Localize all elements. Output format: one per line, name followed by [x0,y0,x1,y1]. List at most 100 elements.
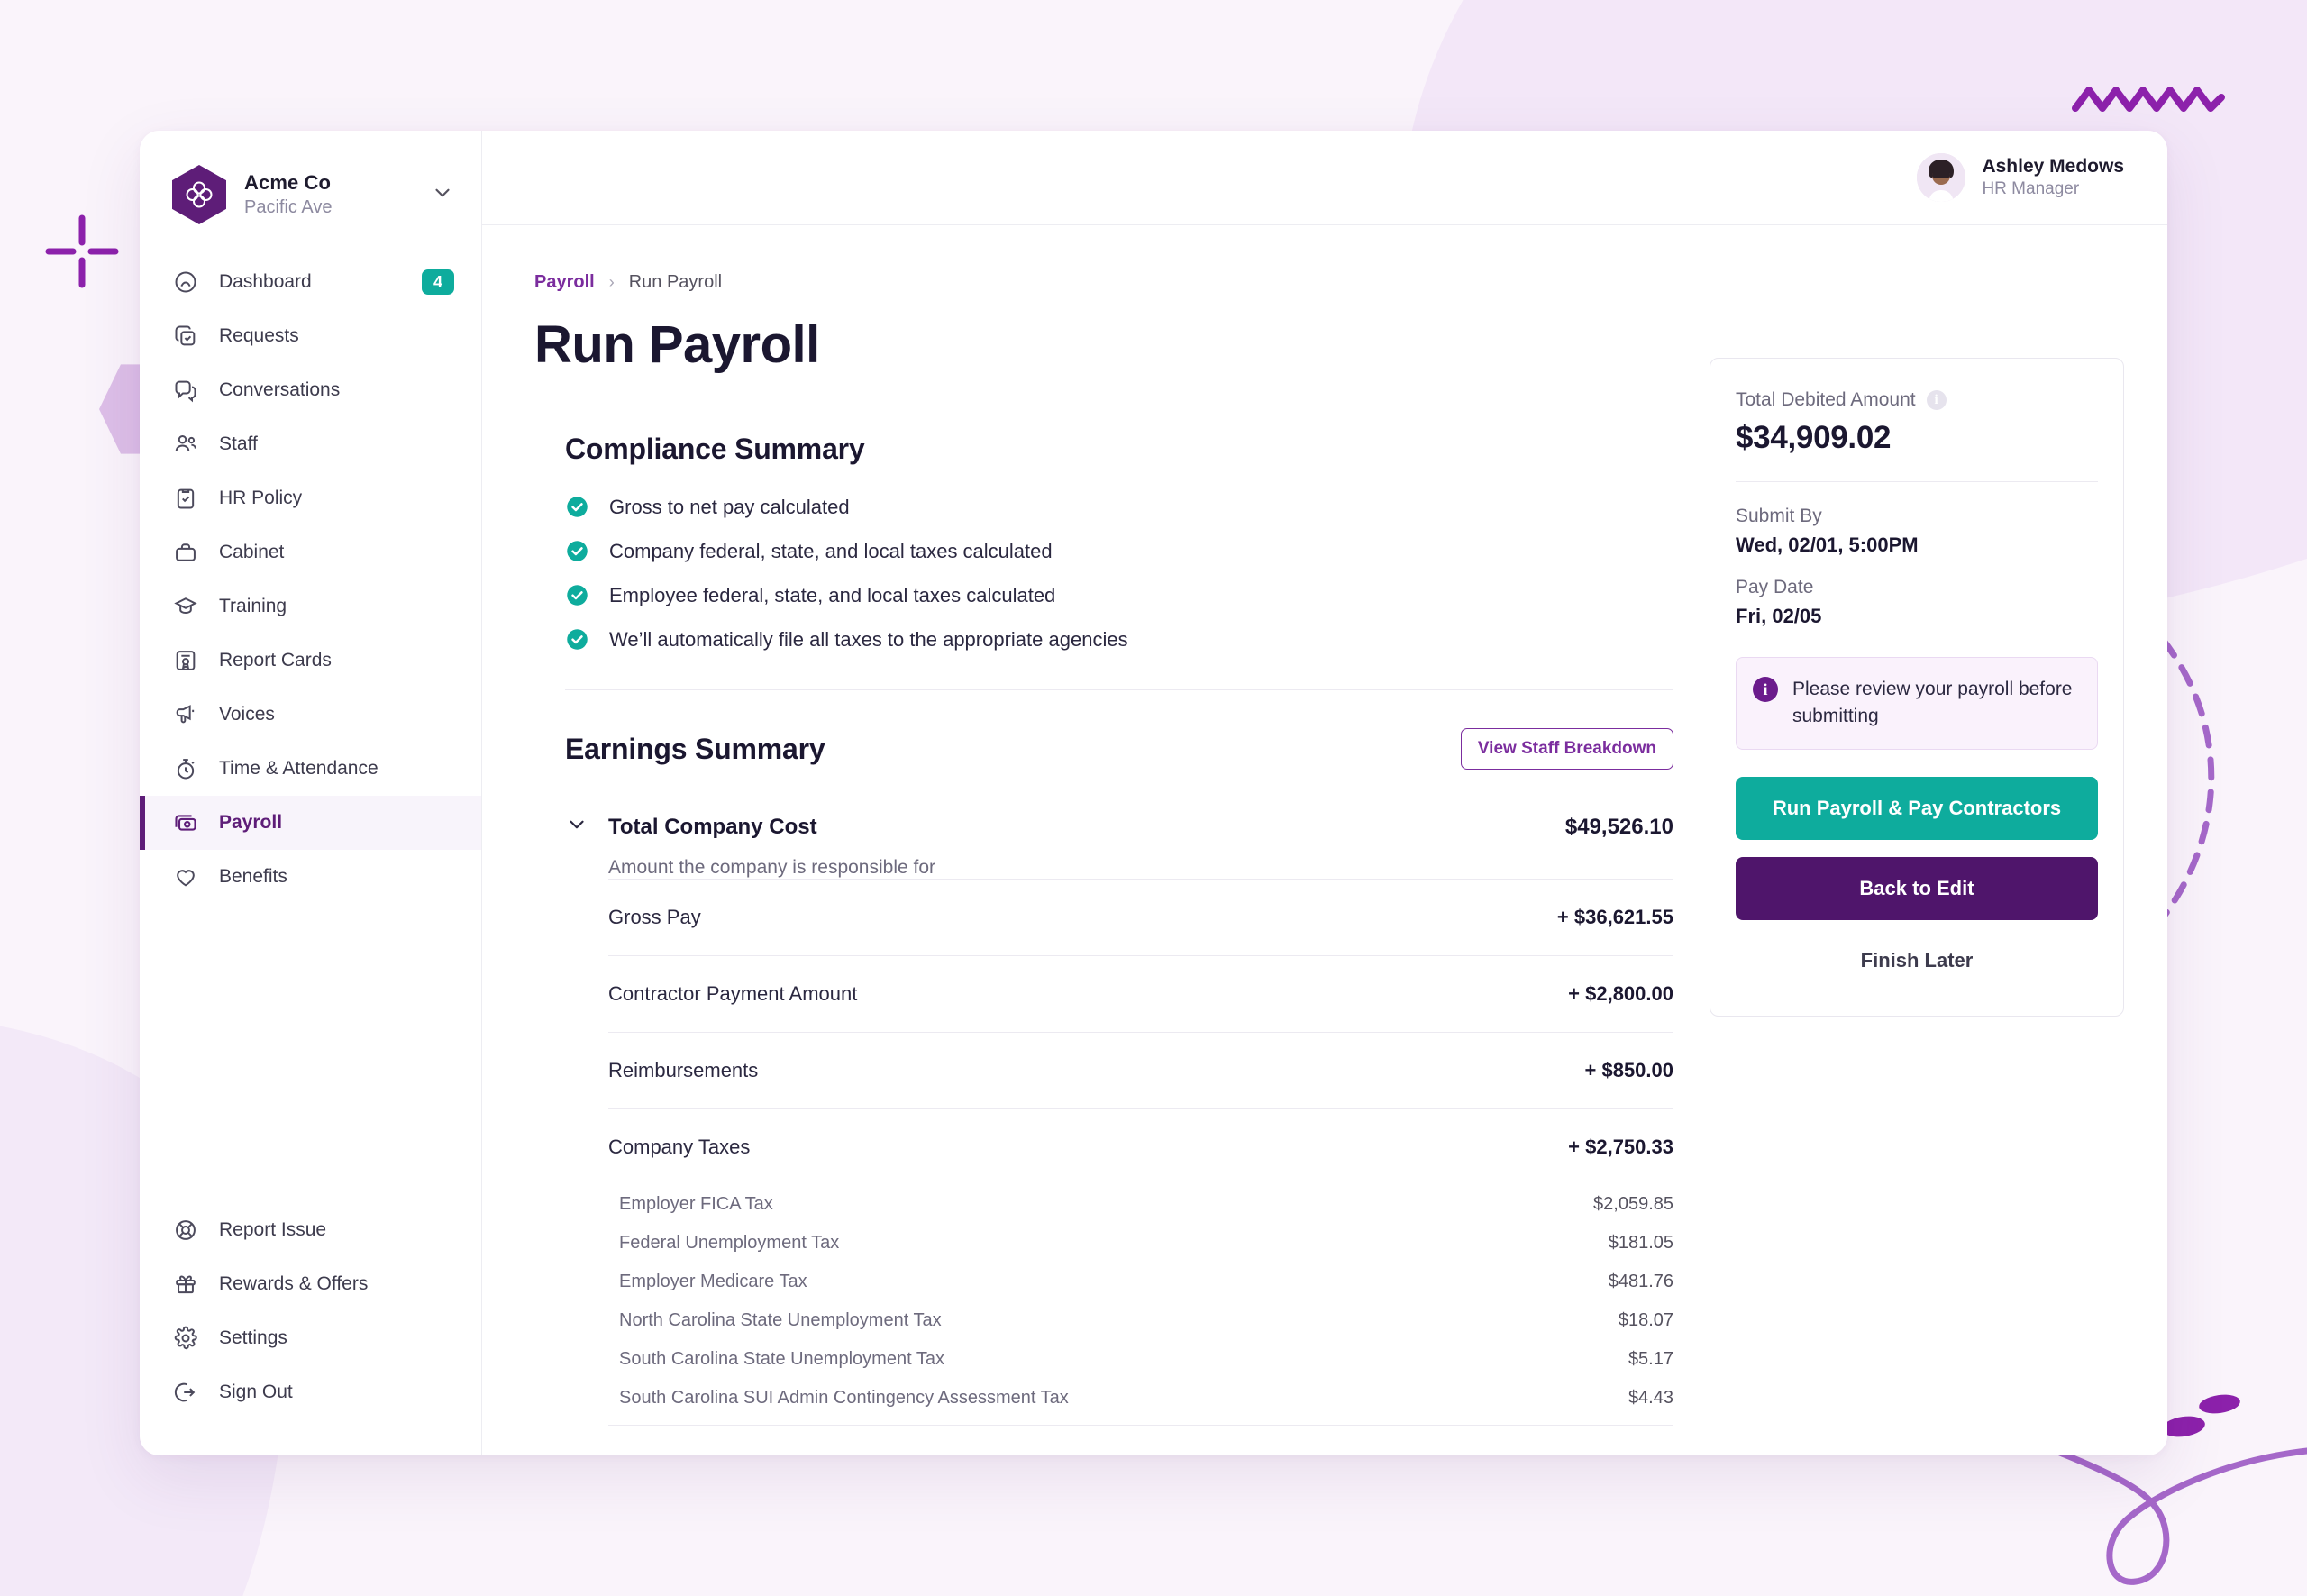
compliance-item-label: We’ll automatically file all taxes to th… [609,627,1128,651]
subline-value: $181.05 [1608,1233,1673,1253]
sidebar-item-rewards-offers[interactable]: Rewards & Offers [140,1257,481,1311]
card-divider [1736,481,2098,482]
breadcrumb: Payroll › Run Payroll [534,272,1673,293]
sidebar-item-payroll[interactable]: Payroll [140,796,481,850]
back-to-edit-button[interactable]: Back to Edit [1736,856,2098,920]
earnings-summary-header: Earnings Summary View Staff Breakdown [565,728,1673,770]
subline-label: South Carolina State Unemployment Tax [619,1349,944,1369]
zigzag-decor-icon [2072,87,2225,112]
check-circle-icon [565,627,589,652]
main-column: Payroll › Run Payroll Run Payroll Compli… [534,272,1673,1455]
table-row: North Carolina State Unemployment Tax $1… [608,1301,1673,1340]
total-company-cost-label: Total Company Cost [608,814,817,839]
view-staff-breakdown-button[interactable]: View Staff Breakdown [1460,728,1673,770]
graduation-cap-icon [172,593,199,620]
sidebar-item-label: Report Cards [219,650,332,670]
subline-value: $4.43 [1628,1388,1673,1408]
org-name: Acme Co [244,171,332,194]
user-menu[interactable]: Ashley Medows HR Manager [1917,153,2124,202]
payroll-summary-card: Total Debited Amount i $34,909.02 Submit… [1710,358,2124,1017]
table-row: Company Contributions + $7,000.50 [608,1425,1673,1455]
list-item: Employee federal, state, and local taxes… [565,583,1673,607]
sidebar-item-dashboard[interactable]: Dashboard 4 [140,255,481,309]
clover-hexagon-logo-icon [172,165,226,224]
total-debited-label: Total Debited Amount [1736,389,1916,410]
sidebar-item-label: Benefits [219,866,287,887]
finish-later-button[interactable]: Finish Later [1736,935,2098,987]
sidebar-item-hr-policy[interactable]: HR Policy [140,471,481,525]
sidebar-item-label: Conversations [219,379,341,400]
user-name: Ashley Medows [1982,156,2124,177]
sidebar-item-settings[interactable]: Settings [140,1311,481,1365]
table-row: South Carolina SUI Admin Contingency Ass… [608,1379,1673,1418]
sidebar-item-label: Payroll [219,812,283,833]
total-company-cost-subtitle: Amount the company is responsible for [608,857,936,878]
sidebar-item-label: Dashboard [219,271,312,292]
sidebar-item-label: Rewards & Offers [219,1273,369,1294]
compliance-item-label: Employee federal, state, and local taxes… [609,583,1056,606]
chevron-down-icon[interactable] [565,813,588,841]
line-label: Gross Pay [608,906,701,928]
subline-value: $2,059.85 [1593,1194,1673,1214]
subline-label: Employer Medicare Tax [619,1272,807,1291]
avatar [1917,153,1966,202]
line-value: + $2,750.33 [1568,1135,1673,1158]
sidebar-item-label: Report Issue [219,1219,327,1240]
table-row: Employer Medicare Tax $481.76 [608,1263,1673,1301]
sidebar-item-time-attendance[interactable]: Time & Attendance [140,742,481,796]
pay-date-value: Fri, 02/05 [1736,605,1822,627]
page-title: Run Payroll [534,315,820,374]
breadcrumb-current: Run Payroll [628,272,723,292]
clipboard-check-icon [172,485,199,512]
sidebar-item-label: Sign Out [219,1382,293,1402]
sidebar-item-cabinet[interactable]: Cabinet [140,525,481,579]
money-camera-icon [172,809,199,836]
line-value: + $7,000.50 [1568,1452,1673,1455]
info-icon[interactable]: i [1926,390,1947,410]
line-label: Company Taxes [608,1135,751,1158]
org-switcher[interactable]: Acme Co Pacific Ave [140,152,481,237]
table-row: Reimbursements + $850.00 [608,1032,1673,1108]
sidebar-item-sign-out[interactable]: Sign Out [140,1365,481,1419]
table-row: South Carolina State Unemployment Tax $5… [608,1340,1673,1379]
sidebar-item-label: Settings [219,1327,287,1348]
compliance-item-label: Gross to net pay calculated [609,495,850,518]
line-label: Company Contributions [608,1452,816,1455]
gift-icon [172,1271,199,1298]
breadcrumb-parent[interactable]: Payroll [534,272,595,293]
pay-date-label: Pay Date [1736,577,1814,597]
line-value: + $2,800.00 [1568,982,1673,1005]
table-row: Employer FICA Tax $2,059.85 [608,1185,1673,1224]
sidebar-item-requests[interactable]: Requests [140,309,481,363]
sidebar-nav: Dashboard 4 Requests Conversations Staff… [140,255,481,904]
table-row: Company Taxes + $2,750.33 [608,1108,1673,1185]
sidebar-item-benefits[interactable]: Benefits [140,850,481,904]
sidebar: Acme Co Pacific Ave Dashboard 4 Requests… [140,131,482,1455]
payroll-summary-column: Total Debited Amount i $34,909.02 Submit… [1710,272,2124,1455]
lifebuoy-icon [172,1217,199,1244]
total-debited-amount: $34,909.02 [1736,420,1892,455]
sidebar-item-voices[interactable]: Voices [140,688,481,742]
total-debited-label-row: Total Debited Amount i [1736,389,2098,411]
subline-label: Employer FICA Tax [619,1194,773,1214]
sidebar-item-report-issue[interactable]: Report Issue [140,1203,481,1257]
compliance-list: Gross to net pay calculated Company fede… [565,495,1673,652]
app-window: Acme Co Pacific Ave Dashboard 4 Requests… [140,131,2167,1455]
run-payroll-button[interactable]: Run Payroll & Pay Contractors [1736,776,2098,840]
page-content: Payroll › Run Payroll Run Payroll Compli… [482,225,2167,1455]
compliance-title: Compliance Summary [565,433,865,465]
review-payroll-alert: i Please review your payroll before subm… [1736,657,2098,750]
sidebar-item-report-cards[interactable]: Report Cards [140,634,481,688]
sidebar-item-training[interactable]: Training [140,579,481,634]
heart-icon [172,863,199,890]
info-icon: i [1753,677,1778,702]
sidebar-item-conversations[interactable]: Conversations [140,363,481,417]
compliance-summary-section: Compliance Summary Gross to net pay calc… [534,433,1673,652]
total-company-cost-row[interactable]: Total Company Cost $49,526.10 [565,813,1673,841]
sidebar-item-staff[interactable]: Staff [140,417,481,471]
list-item: Company federal, state, and local taxes … [565,539,1673,563]
check-circle-icon [565,495,589,519]
sidebar-item-label: HR Policy [219,488,303,508]
sidebar-item-label: Time & Attendance [219,758,378,779]
tasks-check-icon [172,323,199,350]
